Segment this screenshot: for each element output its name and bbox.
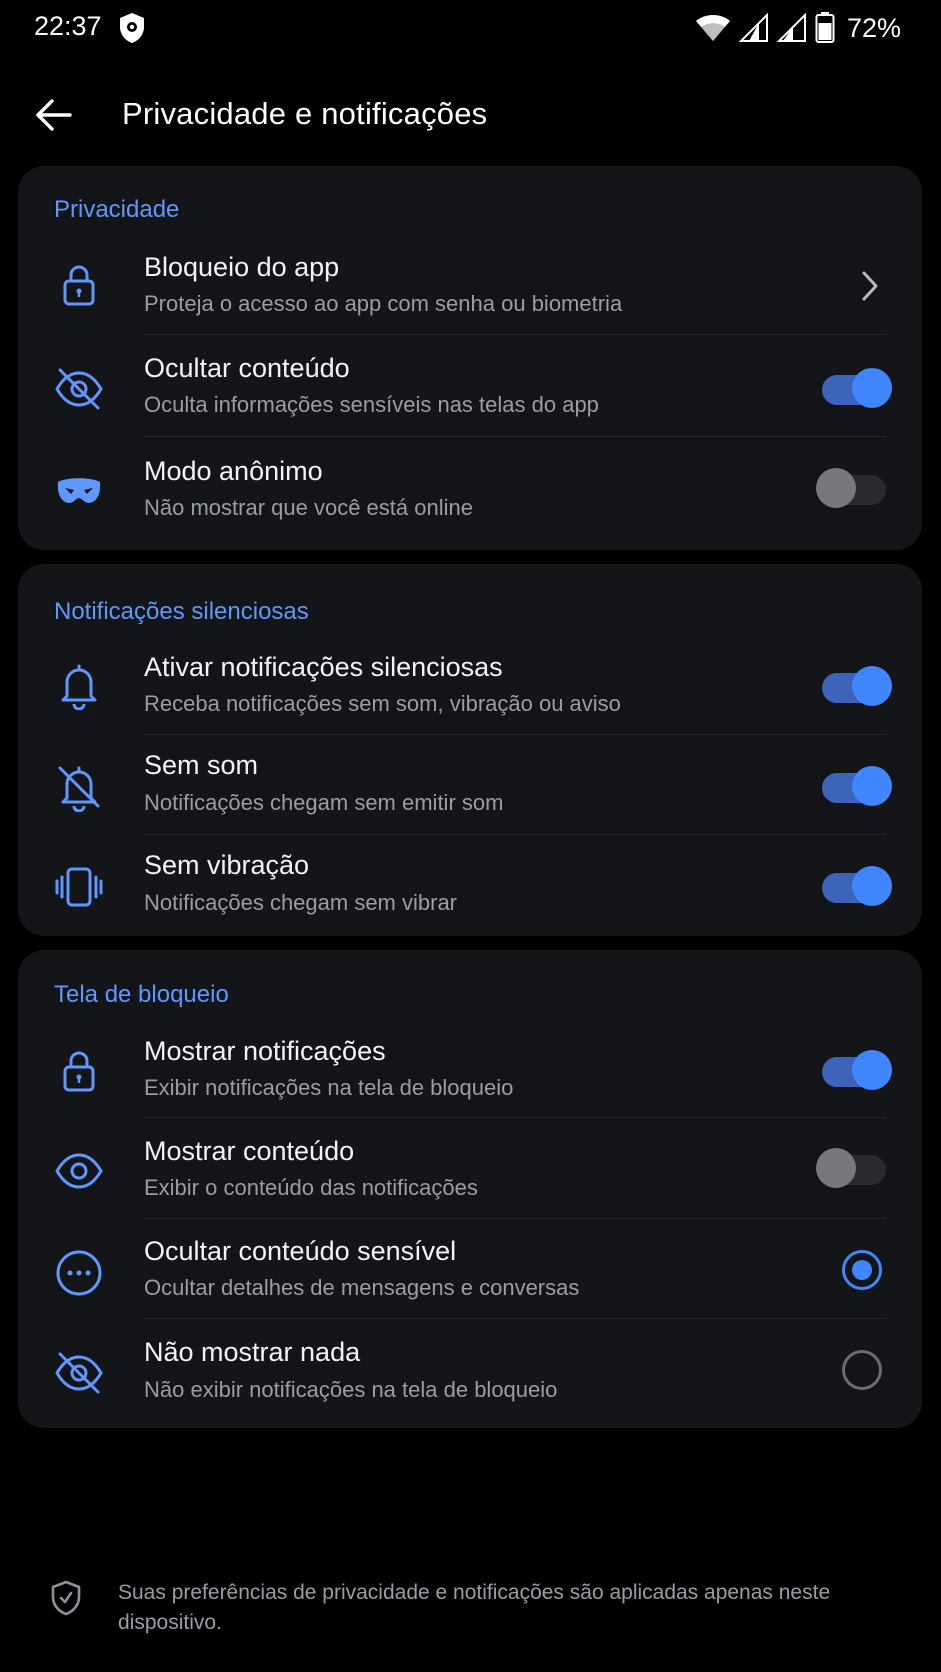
anonymous-mode-row[interactable]: Modo anônimo Não mostrar que você está o… [18, 448, 922, 540]
eye-off-icon [54, 364, 104, 414]
app-bar: Privacidade e notificações [0, 70, 941, 160]
row-subtitle: Proteja o acesso ao app com senha ou bio… [144, 291, 623, 316]
app-lock-row[interactable]: Bloqueio do app Proteja o acesso ao app … [18, 244, 922, 336]
wifi-icon [695, 15, 730, 41]
row-subtitle: Não exibir notificações na tela de bloqu… [144, 1377, 558, 1402]
row-subtitle: Notificações chegam sem emitir som [144, 790, 504, 815]
signal-icon [776, 13, 806, 42]
more-horizontal-circle-icon [54, 1248, 104, 1298]
row-title: Ocultar conteúdo [144, 353, 350, 383]
shield-check-icon [51, 1580, 81, 1616]
show-notifications-row[interactable]: Mostrar notificações Exibir notificações… [18, 1028, 922, 1120]
show-notifications-toggle[interactable] [820, 1048, 892, 1090]
divider [144, 1117, 886, 1118]
row-subtitle: Oculta informações sensíveis nas telas d… [144, 392, 599, 417]
lock-icon [54, 1046, 104, 1096]
show-content-toggle[interactable] [816, 1146, 888, 1188]
signal-icon [738, 13, 768, 42]
show-nothing-radio[interactable] [842, 1350, 882, 1390]
row-title: Mostrar conteúdo [144, 1136, 355, 1166]
chevron-right-icon [862, 271, 878, 301]
row-subtitle: Ocultar detalhes de mensagens e conversa… [144, 1275, 580, 1300]
battery-icon [815, 12, 835, 43]
mask-icon [54, 466, 104, 516]
bell-off-icon [54, 762, 104, 812]
hide-sensitive-content-row[interactable]: Ocultar conteúdo sensível Ocultar detalh… [18, 1228, 922, 1320]
section-header: Notificações silenciosas [54, 598, 309, 625]
row-subtitle: Não mostrar que você está online [144, 495, 473, 520]
row-subtitle: Exibir o conteúdo das notificações [144, 1175, 478, 1200]
silent-notifications-toggle[interactable] [820, 664, 892, 706]
anonymous-mode-toggle[interactable] [816, 466, 888, 508]
status-time: 22:37 [34, 11, 102, 41]
section-header: Privacidade [54, 196, 180, 223]
no-vibration-row[interactable]: Sem vibração Notificações chegam sem vib… [18, 844, 922, 936]
no-sound-toggle[interactable] [820, 764, 892, 806]
row-title: Bloqueio do app [144, 252, 340, 282]
hide-content-row[interactable]: Ocultar conteúdo Oculta informações sens… [18, 346, 922, 438]
row-title: Ativar notificações silenciosas [144, 652, 503, 682]
row-title: Modo anônimo [144, 456, 323, 486]
shield-icon [120, 13, 144, 43]
silent-notifications-row[interactable]: Ativar notificações silenciosas Receba n… [18, 644, 922, 736]
divider [144, 1218, 886, 1219]
row-title: Não mostrar nada [144, 1337, 361, 1367]
hide-sensitive-content-radio[interactable] [842, 1250, 882, 1290]
row-title: Sem vibração [144, 850, 310, 880]
eye-icon [54, 1146, 104, 1196]
vibrate-icon [54, 862, 104, 912]
battery-percentage: 72% [846, 12, 901, 43]
row-subtitle: Receba notificações sem som, vibração ou… [144, 691, 621, 716]
divider [144, 1318, 886, 1319]
divider [144, 734, 886, 735]
show-content-row[interactable]: Mostrar conteúdo Exibir o conteúdo das n… [18, 1128, 922, 1220]
silent-notifications-section: Notificações silenciosas Ativar notifica… [18, 564, 922, 936]
row-title: Ocultar conteúdo sensível [144, 1236, 457, 1266]
privacy-section: Privacidade Bloqueio do app Proteja o ac… [18, 166, 922, 550]
lock-icon [54, 260, 104, 310]
hide-content-toggle[interactable] [820, 366, 892, 408]
divider [144, 436, 886, 437]
bell-icon [54, 660, 104, 710]
row-title: Mostrar notificações [144, 1036, 386, 1066]
status-icons: 72% [695, 10, 901, 46]
show-nothing-row[interactable]: Não mostrar nada Não exibir notificações… [18, 1330, 922, 1422]
eye-off-icon [54, 1348, 104, 1398]
divider [144, 834, 886, 835]
footer-text: Suas preferências de privacidade e notif… [118, 1581, 831, 1634]
page-title: Privacidade e notificações [122, 96, 488, 131]
row-subtitle: Exibir notificações na tela de bloqueio [144, 1075, 514, 1100]
row-subtitle: Notificações chegam sem vibrar [144, 890, 458, 915]
lock-screen-section: Tela de bloqueio Mostrar notificações Ex… [18, 950, 922, 1428]
no-sound-row[interactable]: Sem som Notificações chegam sem emitir s… [18, 744, 922, 836]
section-header: Tela de bloqueio [54, 981, 229, 1008]
arrow-left-icon[interactable] [30, 92, 76, 138]
divider [144, 334, 886, 335]
status-bar: 22:37 72% [0, 0, 941, 58]
row-title: Sem som [144, 750, 259, 780]
no-vibration-toggle[interactable] [820, 864, 892, 906]
